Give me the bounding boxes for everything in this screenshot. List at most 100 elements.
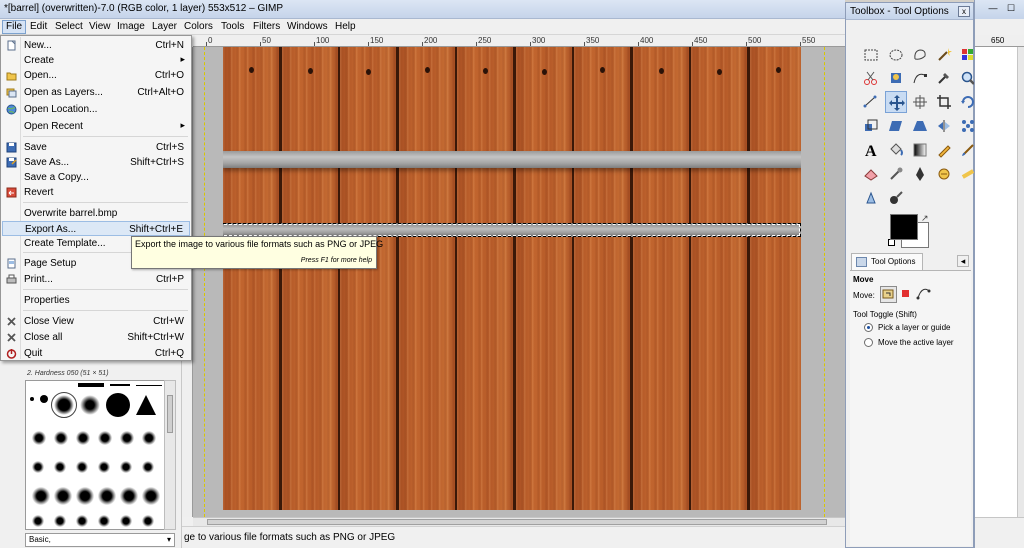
brush-preview[interactable] <box>106 393 130 417</box>
brush-preview[interactable] <box>136 395 156 415</box>
brush-preview[interactable] <box>30 397 34 401</box>
menu-item-create[interactable]: Create ▸ <box>2 53 190 68</box>
brush-preview[interactable] <box>76 461 88 473</box>
airbrush-icon[interactable] <box>885 163 907 185</box>
brush-preview[interactable] <box>40 395 48 403</box>
menu-item-save-a-copy[interactable]: Save a Copy... <box>2 170 190 185</box>
brush-preview[interactable] <box>76 487 94 505</box>
brush-preview[interactable] <box>32 431 46 445</box>
vertical-scrollbar[interactable] <box>1017 47 1024 517</box>
fuzzy-select-icon[interactable] <box>933 44 955 66</box>
brush-preview[interactable] <box>142 515 154 527</box>
menu-image[interactable]: Image <box>114 20 148 34</box>
menu-file[interactable]: File <box>2 20 27 34</box>
menu-item-save[interactable]: Save Ctrl+S <box>2 140 190 155</box>
background-window-title-bar[interactable]: — ☐ <box>975 0 1024 19</box>
menu-item-open[interactable]: Open... Ctrl+O <box>2 68 190 83</box>
menu-edit[interactable]: Edit <box>27 20 50 34</box>
menu-colors[interactable]: Colors <box>181 20 216 34</box>
brush-preview[interactable] <box>54 431 68 445</box>
color-picker-icon[interactable] <box>933 67 955 89</box>
bucket-fill-icon[interactable] <box>885 139 907 161</box>
toolbox-title-bar[interactable]: Toolbox - Tool Options x <box>846 3 973 20</box>
menu-item-close-all[interactable]: Close all Shift+Ctrl+W <box>2 330 190 345</box>
brush-preview[interactable] <box>51 392 77 418</box>
menu-item-print[interactable]: Print... Ctrl+P <box>2 272 190 287</box>
brush-preview[interactable] <box>120 487 138 505</box>
maximize-icon[interactable]: ☐ <box>1003 4 1019 15</box>
brush-preview[interactable] <box>98 431 112 445</box>
horizontal-scrollbar[interactable] <box>193 517 845 526</box>
brush-preview[interactable] <box>98 461 110 473</box>
brush-grid[interactable] <box>25 380 165 530</box>
radio-pick-layer-label[interactable]: Pick a layer or guide <box>878 323 950 332</box>
menu-item-open-location[interactable]: Open Location... <box>2 102 190 117</box>
close-icon[interactable]: x <box>958 6 970 17</box>
brush-preview[interactable] <box>54 487 72 505</box>
brush-preview[interactable] <box>142 487 160 505</box>
foreground-select-icon[interactable] <box>885 67 907 89</box>
window-title-bar[interactable]: *[barrel] (overwritten)-7.0 (RGB color, … <box>0 0 845 19</box>
perspective-icon[interactable] <box>909 115 931 137</box>
brush-preview[interactable] <box>54 461 66 473</box>
menu-item-revert[interactable]: Revert <box>2 185 190 200</box>
ink-icon[interactable] <box>909 163 931 185</box>
menu-layer[interactable]: Layer <box>149 20 180 34</box>
brush-preview[interactable] <box>32 461 44 473</box>
pencil-icon[interactable] <box>933 139 955 161</box>
brush-tag-select[interactable]: Basic, ▾ <box>25 533 175 547</box>
menu-tools[interactable]: Tools <box>218 20 247 34</box>
radio-move-active-layer[interactable] <box>864 338 873 347</box>
rect-select-icon[interactable] <box>860 44 882 66</box>
brush-preview[interactable] <box>76 431 90 445</box>
brush-preview[interactable] <box>32 487 50 505</box>
path-mode-icon[interactable] <box>916 286 933 303</box>
brush-preview[interactable] <box>98 487 116 505</box>
flip-icon[interactable] <box>933 115 955 137</box>
crop-icon[interactable] <box>933 91 955 113</box>
brush-preview[interactable] <box>78 383 104 387</box>
foreground-color-swatch[interactable] <box>890 214 918 240</box>
brush-preview[interactable] <box>142 461 154 473</box>
canvas-viewport[interactable] <box>193 47 845 517</box>
brush-preview[interactable] <box>80 395 100 415</box>
menu-item-save-as[interactable]: Save As... Shift+Ctrl+S <box>2 155 190 170</box>
paths-icon[interactable] <box>909 67 931 89</box>
selected-metal-band[interactable] <box>223 223 801 237</box>
horizontal-ruler[interactable]: 0 50 100 150 200 250 300 350 400 450 500 550 <box>193 35 845 47</box>
scale-icon[interactable] <box>860 115 882 137</box>
brush-preview[interactable] <box>32 515 44 527</box>
brush-preview[interactable] <box>98 515 110 527</box>
menu-view[interactable]: View <box>86 20 114 34</box>
menu-item-new[interactable]: New... Ctrl+N <box>2 38 190 53</box>
brush-preview[interactable] <box>136 385 162 386</box>
scrollbar-thumb[interactable] <box>207 519 827 525</box>
tab-tool-options[interactable]: Tool Options <box>851 253 923 270</box>
text-icon[interactable]: A <box>860 139 882 161</box>
menu-item-open-as-layers[interactable]: Open as Layers... Ctrl+Alt+O <box>2 85 190 100</box>
smudge-icon[interactable] <box>860 187 882 209</box>
blend-icon[interactable] <box>909 139 931 161</box>
brush-preview[interactable] <box>110 384 130 386</box>
brush-preview[interactable] <box>54 515 66 527</box>
menu-help[interactable]: Help <box>332 20 359 34</box>
clone-icon[interactable] <box>933 163 955 185</box>
default-colors-icon[interactable] <box>888 239 895 246</box>
layer-mode-icon[interactable] <box>880 286 897 303</box>
scissors-icon[interactable] <box>860 67 882 89</box>
move-icon[interactable] <box>885 91 907 113</box>
shear-icon[interactable] <box>885 115 907 137</box>
menu-item-close-view[interactable]: Close View Ctrl+W <box>2 314 190 329</box>
brush-preview[interactable] <box>76 515 88 527</box>
measure-icon[interactable] <box>860 91 882 113</box>
menu-windows[interactable]: Windows <box>284 20 331 34</box>
brush-preview[interactable] <box>120 431 134 445</box>
menu-item-overwrite-barrel-bmp[interactable]: Overwrite barrel.bmp <box>2 206 190 221</box>
image-canvas[interactable] <box>223 47 801 510</box>
radio-move-active-layer-label[interactable]: Move the active layer <box>878 338 954 347</box>
dodge-burn-icon[interactable] <box>885 187 907 209</box>
align-icon[interactable] <box>909 91 931 113</box>
menu-item-export-as[interactable]: Export As... Shift+Ctrl+E <box>2 221 190 236</box>
brush-grid-scrollbar[interactable] <box>164 380 176 530</box>
menu-select[interactable]: Select <box>52 20 86 34</box>
